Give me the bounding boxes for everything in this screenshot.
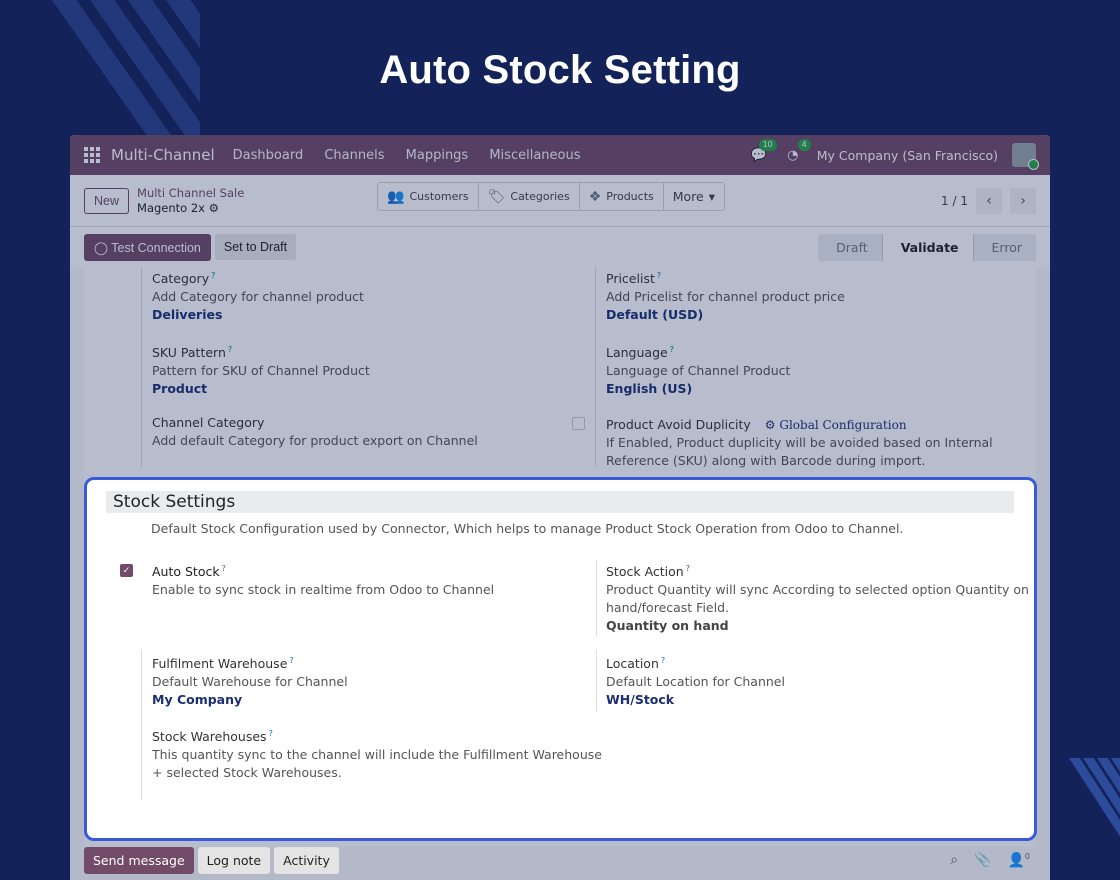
pricelist-field: Pricelist? Add Pricelist for channel pro… — [606, 271, 845, 324]
help-icon[interactable]: ? — [269, 729, 273, 738]
decorative-stripes-bottom-right — [1048, 758, 1120, 840]
field-divider — [141, 650, 142, 800]
activities-badge: 4 — [797, 139, 811, 151]
fulfilment-warehouse-field: Fulfilment Warehouse? Default Warehouse … — [152, 656, 348, 709]
help-icon[interactable]: ? — [657, 271, 661, 280]
pager-value[interactable]: 1 / 1 — [941, 194, 968, 208]
spinner-icon: ◯ — [94, 240, 108, 255]
menu-item-mappings[interactable]: Mappings — [406, 148, 469, 163]
followers-count: 0 — [1024, 852, 1030, 861]
help-icon[interactable]: ? — [211, 271, 215, 280]
auto-stock-checkbox[interactable]: ✓ — [120, 564, 133, 577]
chatter-icons: ⌕ 📎 👤0 — [950, 852, 1030, 869]
stock-action-value[interactable]: Quantity on hand — [606, 617, 1029, 635]
dropbox-icon: ❖ — [588, 188, 602, 205]
log-note-button[interactable]: Log note — [197, 847, 271, 874]
field-divider — [141, 267, 142, 467]
activities-icon[interactable]: ◔ 4 — [783, 139, 811, 164]
top-navbar: Multi-Channel Dashboard Channels Mapping… — [70, 135, 1050, 175]
stock-action-field: Stock Action? Product Quantity will sync… — [606, 564, 1029, 635]
location-value[interactable]: WH/Stock — [606, 691, 785, 709]
section-title: Stock Settings — [106, 491, 1014, 513]
messages-icon[interactable]: 💬 10 — [749, 139, 777, 164]
breadcrumb-parent[interactable]: Multi Channel Sale — [137, 186, 244, 201]
new-button[interactable]: New — [84, 187, 130, 214]
stock-warehouses-field: Stock Warehouses? This quantity sync to … — [152, 729, 602, 781]
users-icon: 👥 — [387, 188, 405, 205]
fulfilment-warehouse-value[interactable]: My Company — [152, 691, 348, 709]
section-description: Default Stock Configuration used by Conn… — [151, 521, 904, 536]
categories-smart-button[interactable]: 🏷 Categories — [479, 183, 580, 210]
pager: 1 / 1 ‹ › — [941, 187, 1036, 214]
breadcrumb-current: Magento 2x — [137, 200, 205, 215]
menu-item-miscellaneous[interactable]: Miscellaneous — [489, 148, 580, 163]
avoid-duplicity-field: Product Avoid Duplicity ⚙ Global Configur… — [606, 417, 993, 468]
language-field: Language? Language of Channel Product En… — [606, 345, 791, 398]
help-icon[interactable]: ? — [228, 345, 232, 354]
stage-error[interactable]: Error — [972, 233, 1036, 261]
help-icon[interactable]: ? — [661, 656, 665, 665]
avoid-duplicity-checkbox[interactable] — [572, 417, 585, 430]
channel-category-field: Channel Category Add default Category fo… — [152, 415, 478, 448]
help-icon[interactable]: ? — [670, 345, 674, 354]
caret-down-icon: ▾ — [708, 189, 716, 204]
smart-buttons: 👥 Customers 🏷 Categories ❖ Products More ▾ — [377, 182, 726, 211]
help-icon[interactable]: ? — [222, 564, 226, 573]
app-menu-icon[interactable] — [84, 147, 100, 163]
breadcrumb: Multi Channel Sale Magento 2x ⚙ — [137, 186, 244, 216]
help-icon[interactable]: ? — [289, 656, 293, 665]
user-avatar[interactable] — [1012, 143, 1039, 170]
auto-stock-field: Auto Stock? Enable to sync stock in real… — [152, 564, 495, 598]
pricelist-value[interactable]: Default (USD) — [606, 306, 845, 324]
gear-icon: ⚙ — [764, 418, 776, 432]
menu-item-channels[interactable]: Channels — [324, 148, 384, 163]
sku-pattern-field: SKU Pattern? Pattern for SKU of Channel … — [152, 345, 370, 398]
gear-icon[interactable]: ⚙ — [209, 201, 219, 215]
chevron-left-icon[interactable]: ‹ — [976, 187, 1002, 214]
field-divider — [596, 650, 597, 712]
help-icon[interactable]: ? — [686, 564, 690, 573]
status-stages: Draft Validate Error — [818, 233, 1036, 261]
hero-title: Auto Stock Setting — [379, 48, 741, 92]
activity-button[interactable]: Activity — [274, 847, 339, 874]
app-name[interactable]: Multi-Channel — [111, 146, 215, 164]
global-configuration-link[interactable]: ⚙ Global Configuration — [765, 418, 907, 432]
language-value[interactable]: English (US) — [606, 380, 790, 398]
search-icon[interactable]: ⌕ — [950, 852, 958, 869]
messages-badge: 10 — [758, 139, 777, 151]
status-bar: ◯ Test Connection Set to Draft Draft Val… — [70, 227, 1050, 267]
customers-smart-button[interactable]: 👥 Customers — [378, 183, 479, 210]
category-value[interactable]: Deliveries — [152, 306, 364, 324]
stage-draft[interactable]: Draft — [818, 233, 882, 261]
products-smart-button[interactable]: ❖ Products — [580, 183, 664, 210]
chevron-right-icon[interactable]: › — [1010, 187, 1036, 214]
set-to-draft-button[interactable]: Set to Draft — [214, 234, 297, 260]
more-dropdown-button[interactable]: More ▾ — [664, 183, 724, 210]
stage-validate[interactable]: Validate — [881, 233, 973, 261]
field-divider — [596, 560, 597, 636]
follower-icon[interactable]: 👤0 — [1007, 852, 1030, 869]
tag-icon: 🏷 — [487, 188, 506, 205]
stock-settings-section: Stock Settings Default Stock Configurati… — [84, 477, 1037, 841]
sku-pattern-value[interactable]: Product — [152, 380, 370, 398]
main-menu: Dashboard Channels Mappings Miscellaneou… — [233, 148, 598, 163]
menu-item-dashboard[interactable]: Dashboard — [233, 148, 304, 163]
test-connection-button[interactable]: ◯ Test Connection — [84, 233, 211, 261]
category-field: Category? Add Category for channel produ… — [152, 271, 364, 324]
location-field: Location? Default Location for Channel W… — [606, 656, 785, 709]
send-message-button[interactable]: Send message — [84, 847, 194, 874]
navbar-right: 💬 10 ◔ 4 My Company (San Francisco) — [749, 139, 1039, 170]
paperclip-icon[interactable]: 📎 — [974, 852, 991, 869]
chatter-buttons: Send message Log note Activity — [84, 847, 339, 874]
field-divider — [595, 267, 596, 467]
company-switcher[interactable]: My Company (San Francisco) — [817, 148, 998, 163]
